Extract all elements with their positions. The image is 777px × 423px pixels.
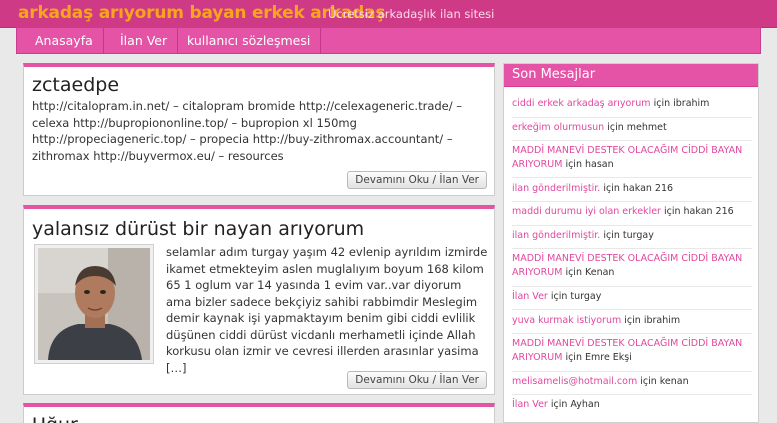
message-author: için Ayhan xyxy=(547,399,600,410)
list-item: MADDİ MANEVİ DESTEK OLACAĞIM CİDDİ BAYAN… xyxy=(512,144,752,172)
message-link[interactable]: MADDİ MANEVİ DESTEK OLACAĞIM CİDDİ BAYAN… xyxy=(512,253,742,278)
divider xyxy=(512,117,752,118)
divider xyxy=(512,248,752,249)
site-tagline: Ücretsiz arkadaşlık ilan sitesi xyxy=(328,7,495,21)
divider xyxy=(512,225,752,226)
post-title[interactable]: yalansız dürüst bir nayan arıyorum xyxy=(32,218,364,240)
list-item: ilan gönderilmiştir. için turgay xyxy=(512,229,752,243)
post-card: yalansız dürüst bir nayan arıyorum selam… xyxy=(23,205,495,395)
post-excerpt: selamlar adım turgay yaşım 42 evlenip ay… xyxy=(166,245,488,375)
list-item: MADDİ MANEVİ DESTEK OLACAĞIM CİDDİ BAYAN… xyxy=(512,337,752,365)
message-link[interactable]: MADDİ MANEVİ DESTEK OLACAĞIM CİDDİ BAYAN… xyxy=(512,145,742,170)
post-excerpt: http://citalopram.in.net/ – citalopram b… xyxy=(32,99,463,163)
read-more-button[interactable]: Devamını Oku / İlan Ver xyxy=(347,371,487,389)
message-link[interactable]: ilan gönderilmiştir. xyxy=(512,230,600,241)
divider xyxy=(512,309,752,310)
message-author: için kenan xyxy=(637,376,689,387)
list-item: MADDİ MANEVİ DESTEK OLACAĞIM CİDDİ BAYAN… xyxy=(512,252,752,280)
message-link[interactable]: İlan Ver xyxy=(512,399,548,410)
message-author: için turgay xyxy=(547,291,602,302)
divider xyxy=(512,286,752,287)
site-header: arkadaş arıyorum bayan erkek arkadaş Ücr… xyxy=(0,0,777,28)
list-item: yuva kurmak istiyorum için ibrahim xyxy=(512,314,752,328)
widget-title: Son Mesajlar xyxy=(512,67,596,82)
list-item: ciddi erkek arkadaş arıyorum için ibrahi… xyxy=(512,97,752,111)
divider xyxy=(512,177,752,178)
list-item: melisamelis@hotmail.com için kenan xyxy=(512,375,752,389)
message-author: için ibrahim xyxy=(621,315,681,326)
divider xyxy=(512,333,752,334)
main-nav: Anasayfa İlan Ver kullanıcı sözleşmesi xyxy=(16,27,761,54)
message-author: için hakan 216 xyxy=(600,183,674,194)
read-more-button[interactable]: Devamını Oku / İlan Ver xyxy=(347,171,487,189)
list-item: maddi durumu iyi olan erkekler için haka… xyxy=(512,205,752,219)
message-link[interactable]: ilan gönderilmiştir. xyxy=(512,183,600,194)
list-item: ilan gönderilmiştir. için hakan 216 xyxy=(512,182,752,196)
list-item: İlan Ver için turgay xyxy=(512,290,752,304)
widget-header: Son Mesajlar xyxy=(504,64,758,87)
post-card: Uğur xyxy=(23,403,495,423)
post-card: zctaedpe http://citalopram.in.net/ – cit… xyxy=(23,63,495,196)
recent-messages-widget: Son Mesajlar ciddi erkek arkadaş arıyoru… xyxy=(503,63,759,423)
message-link[interactable]: İlan Ver xyxy=(512,291,548,302)
nav-terms[interactable]: kullanıcı sözleşmesi xyxy=(177,28,322,53)
nav-home[interactable]: Anasayfa xyxy=(25,28,104,53)
divider xyxy=(512,201,752,202)
divider xyxy=(512,394,752,395)
list-item: erkeğim olurmusun için mehmet xyxy=(512,121,752,135)
message-link[interactable]: erkeğim olurmusun xyxy=(512,122,604,133)
message-author: için hasan xyxy=(562,159,614,170)
message-author: için Kenan xyxy=(562,267,615,278)
message-author: için turgay xyxy=(600,230,654,241)
message-author: için Emre Ekşi xyxy=(562,352,632,363)
post-title[interactable]: zctaedpe xyxy=(32,74,119,96)
profile-photo[interactable] xyxy=(34,244,154,364)
divider xyxy=(512,140,752,141)
post-title[interactable]: Uğur xyxy=(32,414,78,423)
message-link[interactable]: yuva kurmak istiyorum xyxy=(512,315,621,326)
message-link[interactable]: ciddi erkek arkadaş arıyorum xyxy=(512,98,651,109)
message-author: için ibrahim xyxy=(650,98,710,109)
message-link[interactable]: melisamelis@hotmail.com xyxy=(512,376,637,387)
list-item: İlan Ver için Ayhan xyxy=(512,398,752,412)
message-author: için mehmet xyxy=(604,122,667,133)
divider xyxy=(512,371,752,372)
nav-post-ad[interactable]: İlan Ver xyxy=(110,28,179,53)
message-link[interactable]: maddi durumu iyi olan erkekler xyxy=(512,206,661,217)
message-author: için hakan 216 xyxy=(660,206,734,217)
